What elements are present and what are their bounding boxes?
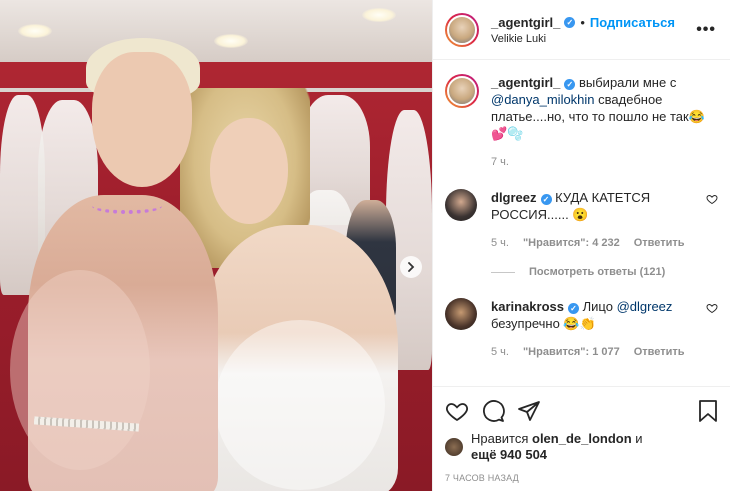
comment-reply-button[interactable]: Ответить [634,344,685,361]
bride-face [210,118,288,224]
comment-time[interactable]: 5 ч. [491,344,509,361]
caption-mention-link[interactable]: @danya_milokhin [491,92,595,107]
follow-button[interactable]: Подписаться [590,15,675,30]
comment-reply-button[interactable]: Ответить [634,235,685,252]
author-username[interactable]: _agentgirl_ [491,15,560,30]
more-options-icon[interactable]: ••• [696,21,716,39]
ceiling-lamp [362,8,396,22]
commenter-avatar[interactable] [445,189,477,221]
carousel-next-button[interactable] [400,256,422,278]
liker-avatar[interactable] [445,438,463,456]
commenter-avatar[interactable] [445,298,477,330]
comment-likes-count[interactable]: "Нравится": 1 077 [523,344,620,361]
tulle-sleeve [215,320,385,490]
caption: _agentgirl_ ✓ выбирали мне с @danya_milok… [445,74,718,171]
post-location[interactable]: Velikie Luki [491,33,696,45]
caption-time[interactable]: 7 ч. [491,154,509,171]
author-avatar[interactable] [447,14,477,45]
likes-prefix: Нравится [471,431,529,446]
post-timestamp[interactable]: 7 часов назад [445,473,719,483]
comments-list[interactable]: _agentgirl_ ✓ выбирали мне с @danya_milok… [433,60,730,386]
bookmark-icon[interactable] [697,399,719,423]
verified-badge-icon: ✓ [568,303,579,314]
likes-count-link[interactable]: ещё 940 504 [471,447,547,462]
post-side-panel: _agentgirl_ ✓ • Подписаться Velikie Luki… [432,0,730,491]
caption-text: выбирали мне с [578,75,677,90]
comment-text: безупречно 😂👏 [491,316,596,331]
action-bar: Нравится olen_de_london и ещё 940 504 7 … [433,386,730,483]
post-photo[interactable] [0,0,432,491]
paper-plane-icon[interactable] [517,399,541,423]
groom-face [92,52,192,187]
tulle-sleeve [10,270,150,470]
comment-like-heart-icon[interactable] [706,302,718,314]
comment-time[interactable]: 5 ч. [491,235,509,252]
post-header: _agentgirl_ ✓ • Подписаться Velikie Luki… [433,0,730,60]
comment-username[interactable]: dlgreez [491,190,537,205]
heart-icon[interactable] [445,399,469,423]
comment-mention-link[interactable]: @dlgreez [617,299,673,314]
author-avatar-ring[interactable] [445,12,479,47]
likes-conj: и [635,431,643,446]
comment-likes-count[interactable]: "Нравится": 4 232 [523,235,620,252]
comment-like-heart-icon[interactable] [706,193,718,205]
comment-username[interactable]: karinakross [491,299,564,314]
verified-badge-icon: ✓ [564,16,576,28]
comment: dlgreez ✓ КУДА КАТЕТСЯ РОССИЯ...... 😮 5 ч… [445,189,718,252]
ceiling-lamp [214,34,248,48]
likes-summary: Нравится olen_de_london и ещё 940 504 [445,431,719,463]
chevron-right-icon [408,262,415,272]
author-avatar-ring[interactable] [445,74,479,108]
separator: • [580,14,585,30]
ceiling-lamp [18,24,52,38]
comment-text: Лицо [582,299,613,314]
verified-badge-icon: ✓ [564,79,576,90]
liker-username[interactable]: olen_de_london [532,431,632,446]
comment-icon[interactable] [481,399,505,423]
beaded-necklace [92,198,162,214]
view-replies-button[interactable]: Посмотреть ответы (121) [491,266,718,278]
comment: karinakross ✓ Лицо @dlgreez безупречно 😂👏… [445,298,718,361]
author-avatar[interactable] [447,76,477,106]
verified-badge-icon: ✓ [540,194,552,205]
caption-username[interactable]: _agentgirl_ [491,75,560,90]
